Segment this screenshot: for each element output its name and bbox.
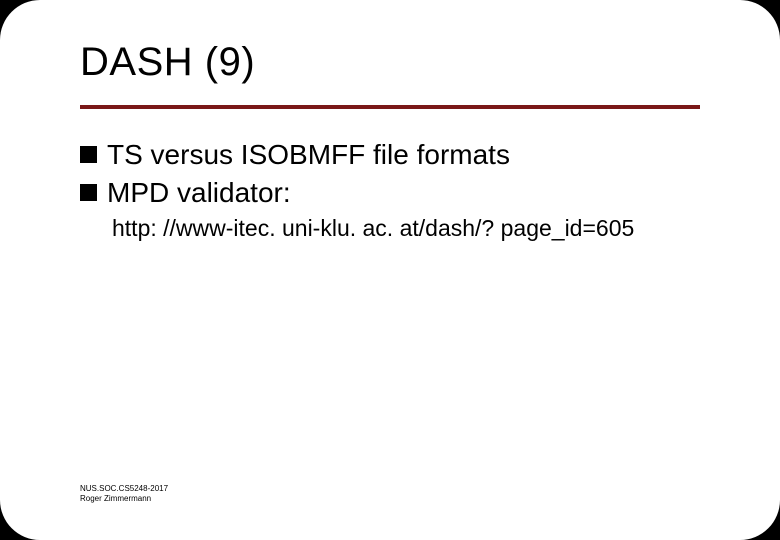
bullet-item: TS versus ISOBMFF file formats [80,137,700,173]
content-area: TS versus ISOBMFF file formats MPD valid… [0,109,780,244]
slide: DASH (9) TS versus ISOBMFF file formats … [0,0,780,540]
sub-link-text: http: //www-itec. uni-klu. ac. at/dash/?… [112,214,700,244]
square-bullet-icon [80,146,97,163]
title-block: DASH (9) [0,0,780,95]
slide-title: DASH (9) [80,40,700,85]
square-bullet-icon [80,184,97,201]
footer: NUS.SOC.CS5248-2017 Roger Zimmermann [80,484,168,504]
footer-line-1: NUS.SOC.CS5248-2017 [80,484,168,494]
bullet-text: MPD validator: [107,175,291,211]
bullet-item: MPD validator: [80,175,700,211]
footer-line-2: Roger Zimmermann [80,494,168,504]
bullet-text: TS versus ISOBMFF file formats [107,137,510,173]
